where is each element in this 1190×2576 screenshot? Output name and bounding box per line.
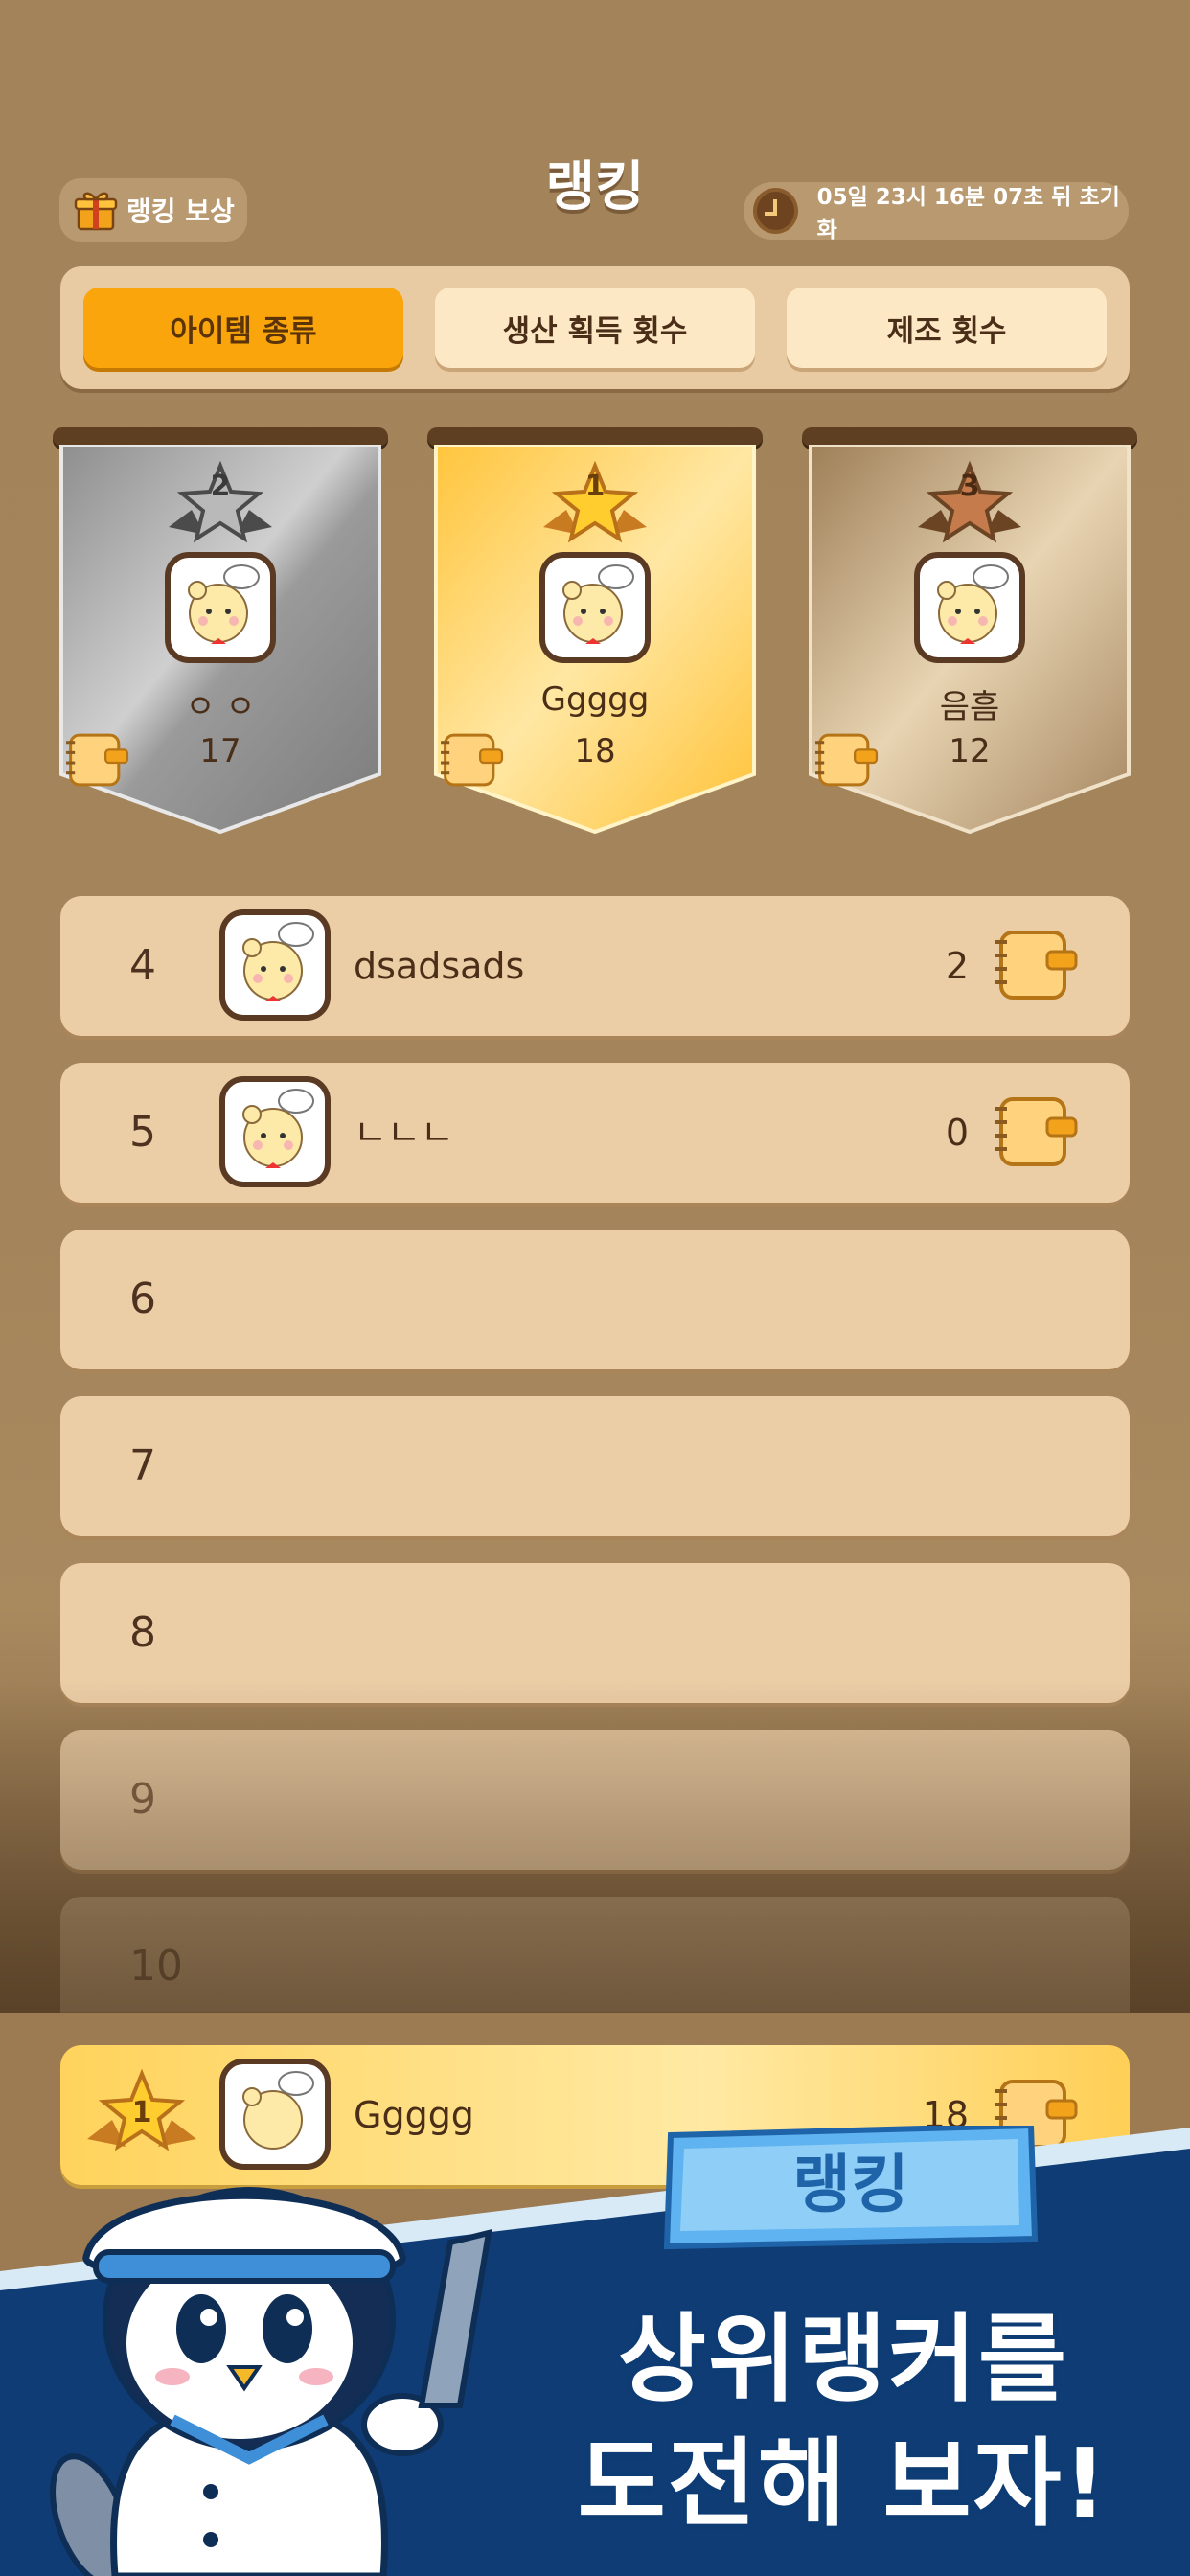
podium-third[interactable]: 3 음흠 12 — [807, 445, 1133, 834]
ranking-tabs: 아이템 종류 생산 획득 횟수 제조 횟수 — [60, 266, 1130, 389]
podium-first[interactable]: 1 Ggggg 18 — [432, 445, 758, 834]
banner-rod — [53, 427, 388, 447]
ranking-row[interactable]: 6 — [60, 1230, 1130, 1369]
recipe-book-icon — [995, 931, 1078, 1000]
rank-number: 4 — [129, 941, 156, 990]
player-score: 12 — [807, 732, 1133, 787]
ranking-row[interactable]: 4 dsadsads 2 — [60, 896, 1130, 1036]
banner-rod — [427, 427, 763, 447]
score-value: 17 — [199, 732, 241, 770]
gift-icon — [74, 192, 118, 231]
score-value: 0 — [945, 1112, 969, 1154]
promo-headline-2: 도전해 보자! — [577, 2427, 1110, 2540]
ranking-row[interactable]: 7 — [60, 1396, 1130, 1536]
player-name: dsadsads — [354, 945, 525, 987]
bear-chef-avatar — [165, 552, 276, 663]
tab-item-types[interactable]: 아이템 종류 — [83, 288, 403, 368]
rank-number: 5 — [129, 1108, 156, 1157]
rank-number: 1 — [584, 470, 606, 503]
bear-chef-avatar — [914, 552, 1025, 663]
rank-number: 7 — [129, 1441, 156, 1490]
recipe-book-icon — [66, 733, 129, 787]
recipe-book-icon — [815, 733, 879, 787]
player-name: Ggggg — [540, 680, 650, 719]
promo-headline-1: 상위랭커를 — [618, 2303, 1068, 2415]
player-name: ㄴㄴㄴ — [354, 1112, 454, 1154]
rank-number: 2 — [210, 470, 231, 503]
player-name: 음흠 — [939, 688, 1000, 726]
ranking-reward-label: 랭킹 보상 — [126, 196, 235, 227]
player-name: ㅇ ㅇ — [185, 688, 256, 726]
player-score: 18 — [432, 732, 758, 787]
bear-chef-avatar — [539, 552, 651, 663]
score-value: 12 — [949, 732, 991, 770]
bear-chef-avatar — [219, 909, 331, 1021]
recipe-book-icon — [441, 733, 504, 787]
ranking-row[interactable]: 5 ㄴㄴㄴ 0 — [60, 1063, 1130, 1203]
rank-number: 6 — [129, 1275, 156, 1323]
promo-tag-text: 랭킹 — [792, 2148, 909, 2221]
score-value: 18 — [574, 732, 616, 770]
reset-timer: 05일 23시 16분 07초 뒤 초기화 — [744, 182, 1129, 242]
bear-chef-avatar — [219, 1076, 331, 1187]
tab-production-count[interactable]: 생산 획득 횟수 — [435, 288, 755, 368]
rank-number: 3 — [959, 470, 980, 503]
ranking-reward-button[interactable]: 랭킹 보상 — [59, 178, 247, 242]
tab-crafting-count[interactable]: 제조 횟수 — [787, 288, 1107, 368]
podium-second[interactable]: 2 ㅇ ㅇ 17 — [57, 445, 383, 834]
list-fade — [0, 1677, 1190, 2012]
banner-rod — [802, 427, 1137, 447]
score-value: 2 — [945, 945, 969, 987]
player-score: 17 — [57, 732, 383, 787]
recipe-book-icon — [995, 1097, 1078, 1166]
reset-timer-text: 05일 23시 16분 07초 뒤 초기화 — [816, 185, 1120, 242]
clock-icon — [753, 188, 798, 234]
promo-tag: 랭킹 — [661, 2126, 1041, 2250]
